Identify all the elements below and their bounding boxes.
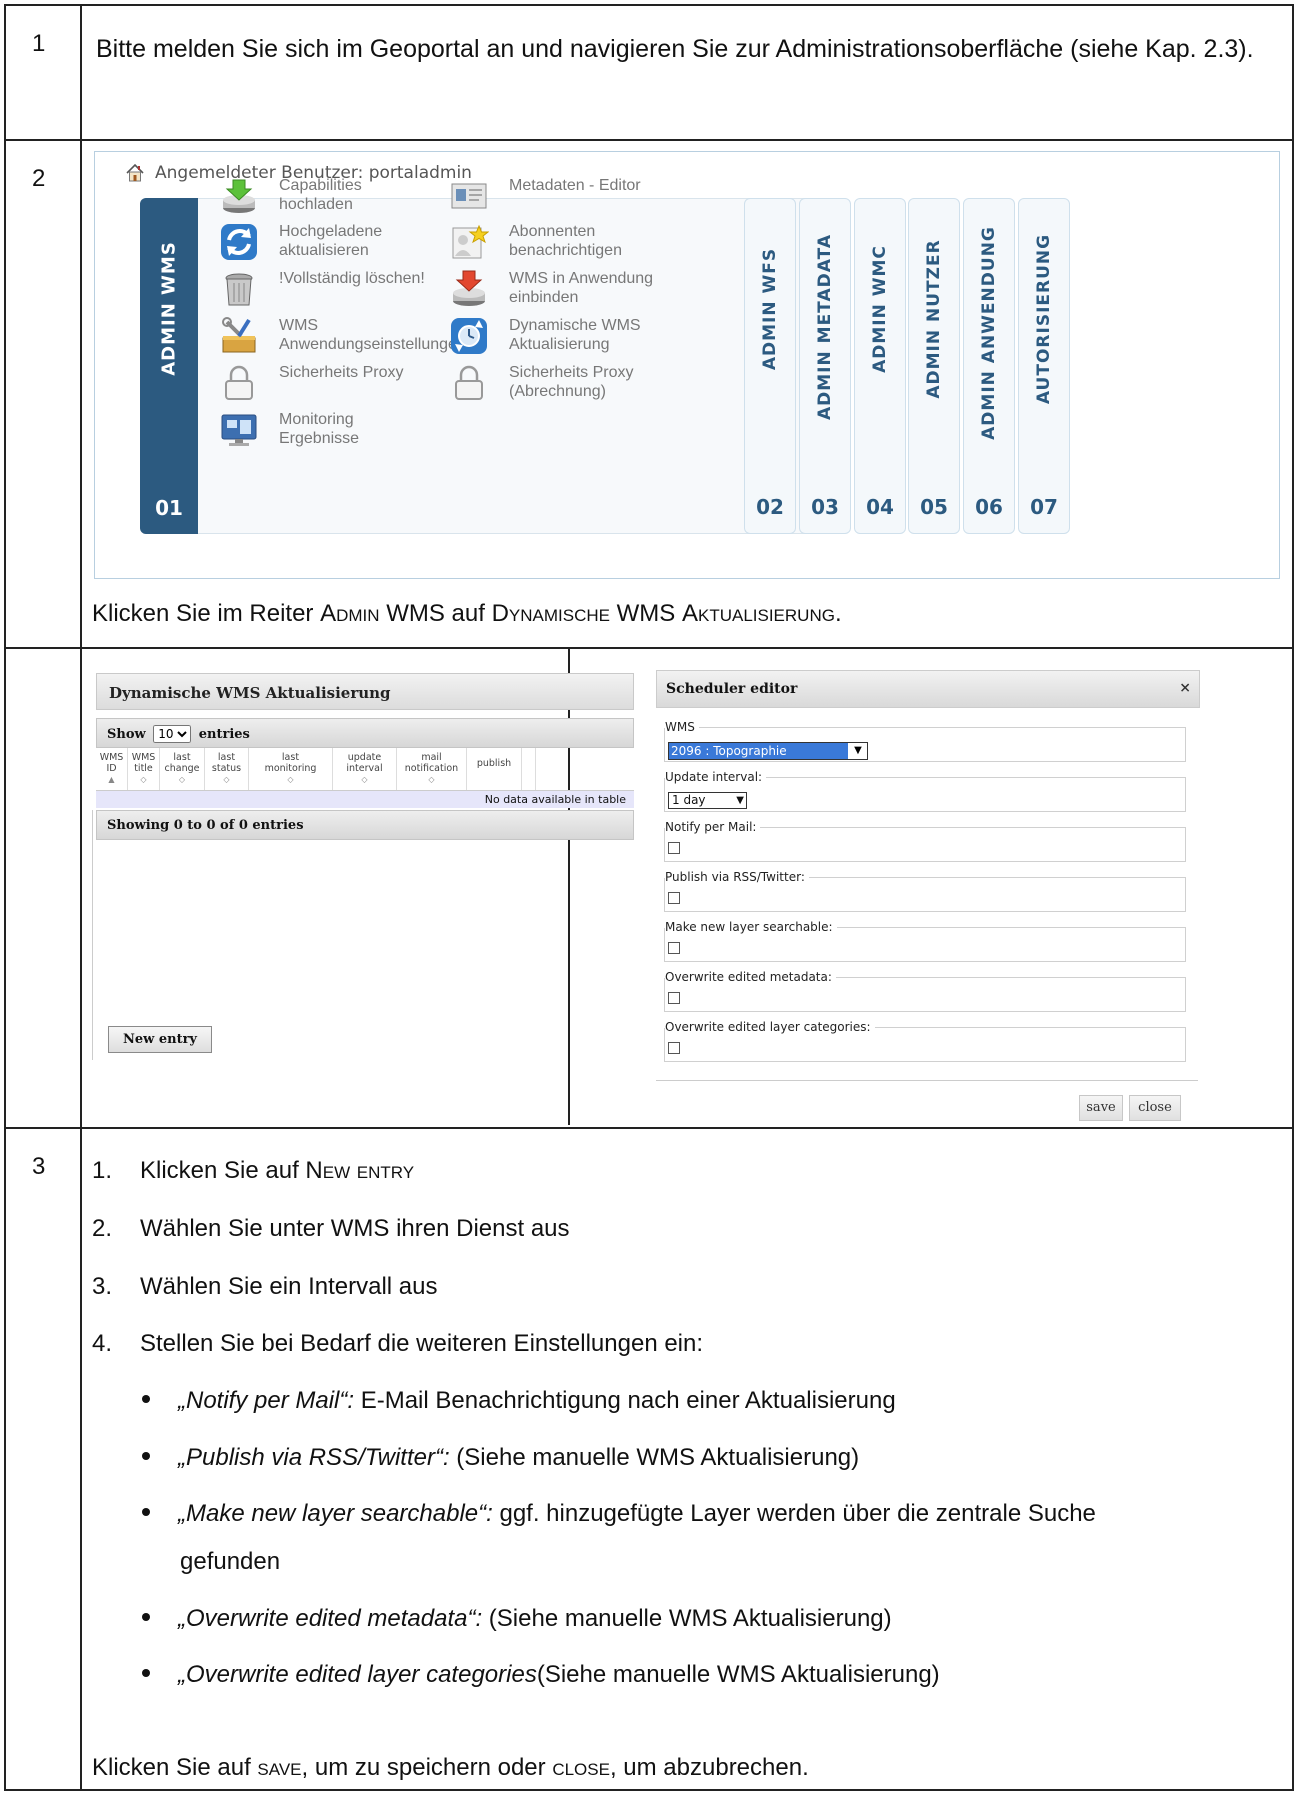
list-item: 4. Stellen Sie bei Bedarf die weiteren Ei… <box>92 1330 704 1357</box>
row-content: Bitte melden Sie sich im Geoportal an un… <box>80 4 1294 141</box>
menu-security-proxy[interactable]: Sicherheits Proxy <box>219 363 404 403</box>
home-icon[interactable] <box>125 163 145 183</box>
close-button[interactable]: close <box>1129 1095 1181 1121</box>
table-info: Showing 0 to 0 of 0 entries <box>96 810 634 840</box>
col-last-monitoring[interactable]: last monitoring ◇ <box>249 748 333 790</box>
wms-select[interactable]: 2096 : Topographie ▼ <box>668 742 868 760</box>
interval-fieldset: Update interval: 1 day ▼ <box>664 770 1186 812</box>
menu-monitoring-results[interactable]: Monitoring Ergebnisse <box>219 410 359 450</box>
col-wms-title[interactable]: WMS title ◇ <box>128 748 160 790</box>
tab-autorisierung[interactable]: AUTORISIERUNG 07 <box>1018 198 1070 534</box>
menu-capabilities-upload[interactable]: Capabilities hochladen <box>219 176 362 216</box>
tab-admin-wms[interactable]: ADMIN WMS 01 <box>140 198 198 534</box>
col-last-status[interactable]: last status ◇ <box>205 748 249 790</box>
empty-number-cell <box>4 647 82 1129</box>
panel-border <box>92 810 93 1060</box>
step-1-text: Bitte melden Sie sich im Geoportal an un… <box>96 35 1254 63</box>
monitor-icon <box>221 414 257 446</box>
refresh-icon <box>221 224 257 260</box>
page-length-control: Show 10 entries <box>96 718 634 748</box>
menu-dynamic-wms-update[interactable]: Dynamische WMS Aktualisierung <box>449 316 641 356</box>
tab-admin-nutzer[interactable]: ADMIN NUTZER 05 <box>908 198 960 534</box>
admin-panel: Angemeldeter Benutzer: portaladmin ADMIN… <box>94 151 1280 579</box>
overwrite-categories-checkbox[interactable] <box>668 1042 680 1054</box>
chevron-down-icon: ▼ <box>736 795 744 806</box>
menu-notify-subscribers[interactable]: Abonnenten benachrichtigen <box>449 222 622 262</box>
bullet-item: „Publish via RSS/Twitter“: (Siehe manuel… <box>142 1444 859 1472</box>
chevron-down-icon: ▼ <box>854 745 862 756</box>
notify-mail-checkbox[interactable] <box>668 842 680 854</box>
padlock-icon <box>225 365 253 400</box>
notify-mail-fieldset: Notify per Mail: <box>664 820 1186 862</box>
tab-admin-wmc[interactable]: ADMIN WMC 04 <box>854 198 906 534</box>
dynamic-refresh-clock-icon <box>451 318 487 354</box>
bullet-item: „Make new layer searchable“: ggf. hinzug… <box>142 1500 1096 1528</box>
upload-disk-icon <box>223 179 255 213</box>
col-overflow <box>522 748 536 790</box>
tab-number: 01 <box>155 496 183 520</box>
wms-fieldset: WMS 2096 : Topographie ▼ <box>664 720 1186 762</box>
col-update-interval[interactable]: update interval ◇ <box>333 748 397 790</box>
notify-star-icon <box>452 224 489 259</box>
menu-refresh-uploaded[interactable]: Hochgeladene aktualisieren <box>219 222 382 262</box>
row-number: 3 <box>4 1127 82 1791</box>
trash-icon <box>225 273 253 306</box>
publish-rss-fieldset: Publish via RSS/Twitter: <box>664 870 1186 912</box>
menu-wms-app-settings[interactable]: WMS Anwendungseinstellungen <box>219 316 466 356</box>
menu-embed-wms[interactable]: WMS in Anwendung einbinden <box>449 269 653 309</box>
embed-download-icon <box>453 270 485 306</box>
list-item: 3. Wählen Sie ein Intervall aus <box>92 1273 438 1300</box>
new-entry-button[interactable]: New entry <box>108 1026 212 1053</box>
save-button[interactable]: save <box>1079 1095 1123 1121</box>
bullet-item: „Notify per Mail“: E-Mail Benachrichtigu… <box>142 1387 896 1415</box>
tab-admin-anwendung[interactable]: ADMIN ANWENDUNG 06 <box>963 198 1015 534</box>
table-header-row: WMS ID ▲ WMS title ◇ last change ◇ last status ◇… <box>96 748 634 791</box>
overwrite-metadata-fieldset: Overwrite edited metadata: <box>664 970 1186 1012</box>
entries-select[interactable]: 10 <box>153 725 192 743</box>
metadata-editor-icon <box>451 183 487 209</box>
closing-instruction: Klicken Sie auf save, um zu speichern od… <box>92 1754 809 1781</box>
menu-delete-all[interactable]: !Vollständig löschen! <box>219 269 425 309</box>
list-item: 2. Wählen Sie unter WMS ihren Dienst aus <box>92 1215 570 1242</box>
padlock-icon <box>455 365 483 400</box>
tools-icon <box>222 317 256 353</box>
col-last-change[interactable]: last change ◇ <box>160 748 205 790</box>
menu-security-proxy-billing[interactable]: Sicherheits Proxy (Abrechnung) <box>449 363 634 403</box>
overwrite-categories-fieldset: Overwrite edited layer categories: <box>664 1020 1186 1062</box>
row-number: 1 <box>4 4 82 141</box>
overwrite-metadata-checkbox[interactable] <box>668 992 680 1004</box>
bullet-item: „Overwrite edited layer categories(Siehe… <box>142 1661 940 1689</box>
close-icon[interactable]: × <box>1179 680 1191 696</box>
dynamic-wms-panel: Dynamische WMS Aktualisierung Show 10 en… <box>92 673 637 1060</box>
bullet-item: „Overwrite edited metadata“: (Siehe manu… <box>142 1605 892 1633</box>
tab-admin-metadata[interactable]: ADMIN METADATA 03 <box>799 198 851 534</box>
bullet-item-continuation: gefunden <box>180 1548 281 1575</box>
searchable-fieldset: Make new layer searchable: <box>664 920 1186 962</box>
empty-table-message: No data available in table <box>96 791 634 808</box>
menu-metadata-editor[interactable]: Metadaten - Editor <box>449 176 641 216</box>
row-number: 2 <box>4 139 82 649</box>
scheduler-editor-dialog: Scheduler editor × WMS 2096 : Topographi… <box>654 670 1204 1130</box>
col-wms-id[interactable]: WMS ID ▲ <box>96 748 128 790</box>
row-2-instruction: Klicken Sie im Reiter Admin WMS auf Dyna… <box>92 600 842 627</box>
col-mail-notification[interactable]: mail notification ◇ <box>397 748 467 790</box>
interval-select[interactable]: 1 day ▼ <box>668 792 747 809</box>
list-item: 1. Klicken Sie auf New entry <box>92 1157 415 1184</box>
dialog-divider <box>656 1080 1198 1081</box>
panel-title: Dynamische WMS Aktualisierung <box>96 673 634 710</box>
searchable-checkbox[interactable] <box>668 942 680 954</box>
dialog-title: Scheduler editor × <box>656 670 1200 708</box>
tab-admin-wfs[interactable]: ADMIN WFS 02 <box>744 198 796 534</box>
col-publish[interactable]: publish <box>467 748 522 790</box>
publish-rss-checkbox[interactable] <box>668 892 680 904</box>
